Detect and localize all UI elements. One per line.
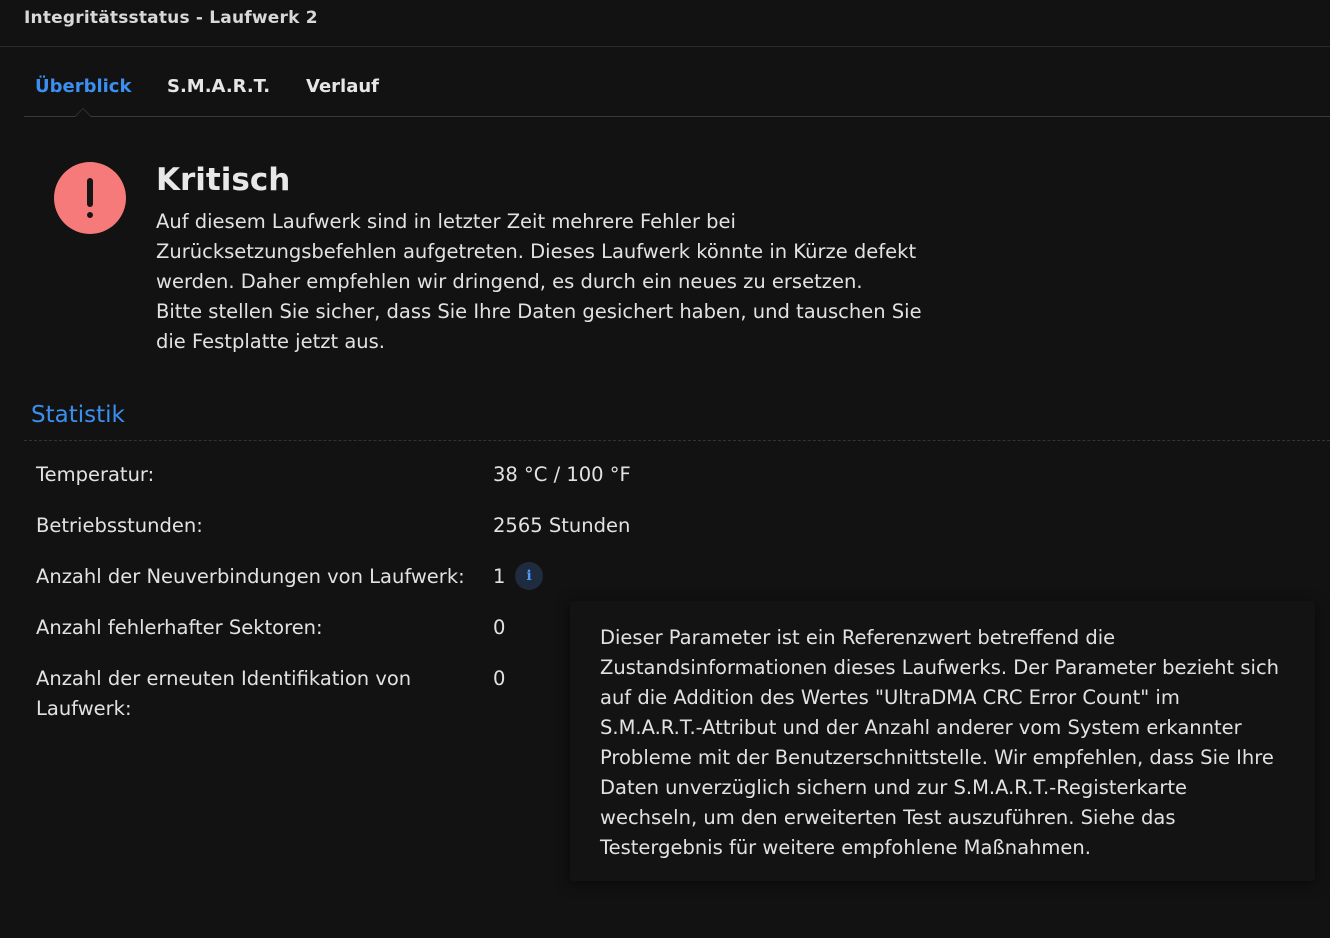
tooltip-line: Testergebnis für weitere empfohlene Maßn…	[600, 836, 1091, 859]
window-title: Integritätsstatus - Laufwerk 2	[24, 8, 318, 28]
statistics-title: Statistik	[31, 402, 125, 428]
tooltip-line: auf die Addition des Wertes "UltraDMA CR…	[600, 686, 1180, 709]
stat-label-temperature: Temperatur:	[36, 463, 155, 486]
stat-value-operating-hours: 2565 Stunden	[493, 514, 631, 537]
status-description-line: Bitte stellen Sie sicher, dass Sie Ihre …	[156, 300, 922, 323]
exclamation-alert-icon	[54, 162, 126, 234]
status-description-line: Zurücksetzungsbefehlen aufgetreten. Dies…	[156, 240, 917, 263]
stat-label-operating-hours: Betriebsstunden:	[36, 514, 203, 537]
status-description: Auf diesem Laufwerk sind in letzter Zeit…	[156, 207, 956, 357]
tooltip-line: wechseln, um den erweiterten Test auszuf…	[600, 806, 1176, 829]
tab-smart[interactable]: S.M.A.R.T.	[167, 76, 270, 97]
active-tab-indicator	[74, 108, 92, 117]
status-heading: Kritisch	[156, 162, 291, 198]
info-icon[interactable]: i	[515, 562, 543, 590]
stat-value-reconnections: 1	[493, 565, 506, 588]
title-bar: Integritätsstatus - Laufwerk 2	[0, 0, 1330, 47]
tooltip-line: Dieser Parameter ist ein Referenzwert be…	[600, 626, 1116, 649]
section-divider	[24, 440, 1330, 441]
stat-value-bad-sectors: 0	[493, 616, 506, 639]
stat-label-reconnections: Anzahl der Neuverbindungen von Laufwerk:	[36, 565, 465, 588]
stat-label-reidentification: Anzahl der erneuten Identifikation von L…	[36, 664, 476, 724]
tab-history[interactable]: Verlauf	[306, 76, 379, 97]
status-description-line: Auf diesem Laufwerk sind in letzter Zeit…	[156, 210, 736, 233]
tooltip-line: Probleme mit der Benutzerschnittstelle. …	[600, 746, 1274, 769]
stat-label-bad-sectors: Anzahl fehlerhafter Sektoren:	[36, 616, 323, 639]
tooltip-line: Daten unverzüglich sichern und zur S.M.A…	[600, 776, 1188, 799]
stat-value-temperature: 38 °C / 100 °F	[493, 463, 631, 486]
status-description-line: die Festplatte jetzt aus.	[156, 330, 385, 353]
tab-bar: Überblick S.M.A.R.T. Verlauf	[24, 72, 1330, 117]
stat-label-line: Laufwerk:	[36, 697, 132, 720]
tooltip-line: S.M.A.R.T.-Attribut und der Anzahl ander…	[600, 716, 1242, 739]
stat-value-reidentification: 0	[493, 667, 506, 690]
tab-overview[interactable]: Überblick	[35, 76, 131, 97]
info-tooltip: Dieser Parameter ist ein Referenzwert be…	[570, 601, 1315, 881]
status-description-line: werden. Daher empfehlen wir dringend, es…	[156, 270, 863, 293]
stat-label-line: Anzahl der erneuten Identifikation von	[36, 667, 412, 690]
tooltip-line: Zustandsinformationen dieses Laufwerks. …	[600, 656, 1280, 679]
